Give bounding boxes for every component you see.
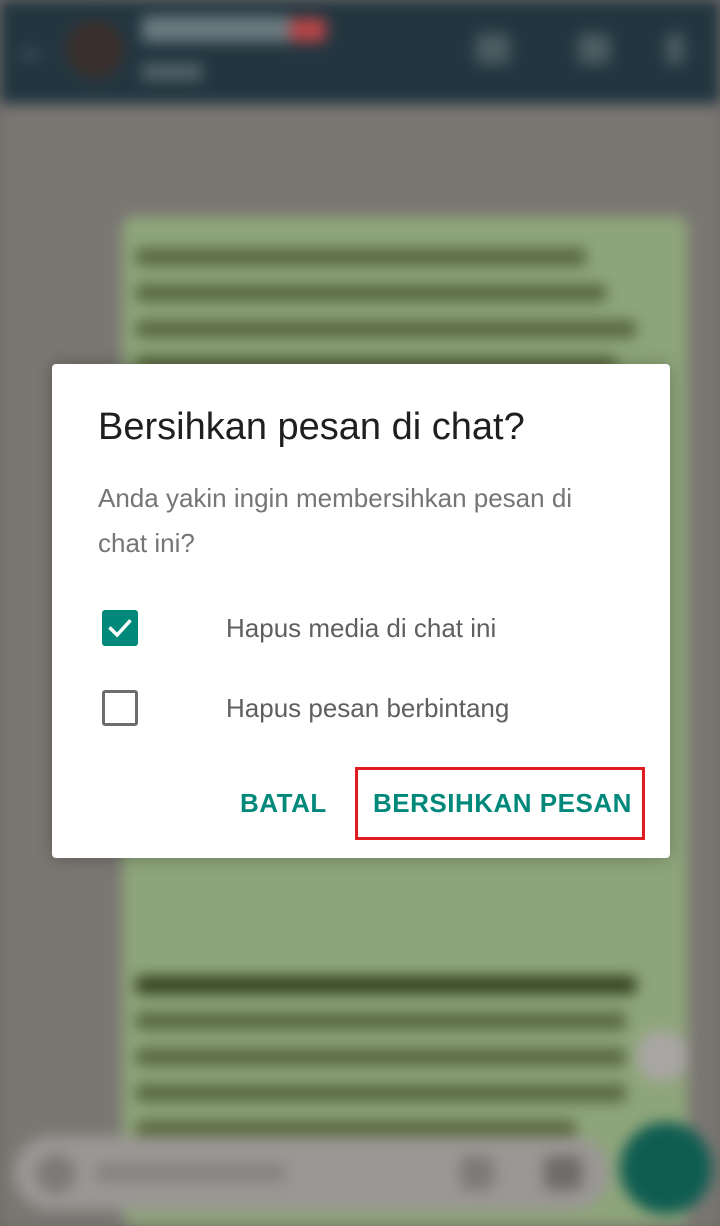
more-options-icon bbox=[666, 34, 684, 64]
delete-starred-checkbox[interactable] bbox=[102, 690, 138, 726]
dialog-title: Bersihkan pesan di chat? bbox=[98, 406, 525, 448]
dialog-message: Anda yakin ingin membersihkan pesan di c… bbox=[98, 483, 573, 558]
check-icon bbox=[108, 619, 132, 638]
back-arrow-icon: ← bbox=[18, 33, 48, 66]
contact-emoji-blurred bbox=[290, 18, 326, 42]
contact-avatar bbox=[66, 20, 124, 78]
delete-media-checkbox[interactable] bbox=[102, 610, 138, 646]
scroll-down-button bbox=[636, 1030, 688, 1082]
cancel-button[interactable]: BATAL bbox=[240, 788, 327, 819]
mic-button bbox=[620, 1122, 712, 1214]
chat-app-bar: ← bbox=[0, 0, 720, 104]
delete-media-label: Hapus media di chat ini bbox=[226, 612, 497, 643]
option-delete-media[interactable]: Hapus media di chat ini bbox=[102, 608, 496, 648]
highlight-box bbox=[355, 767, 645, 840]
contact-name-blurred bbox=[142, 16, 292, 42]
video-call-icon bbox=[476, 34, 510, 64]
attach-icon bbox=[460, 1156, 494, 1190]
camera-icon bbox=[544, 1156, 582, 1190]
message-input-bar bbox=[14, 1136, 610, 1210]
delete-starred-label: Hapus pesan berbintang bbox=[226, 692, 510, 723]
phone-call-icon bbox=[578, 34, 610, 64]
option-delete-starred[interactable]: Hapus pesan berbintang bbox=[102, 688, 509, 728]
message-placeholder-blurred bbox=[96, 1164, 286, 1182]
contact-status-blurred bbox=[142, 64, 202, 80]
emoji-icon bbox=[36, 1154, 76, 1194]
